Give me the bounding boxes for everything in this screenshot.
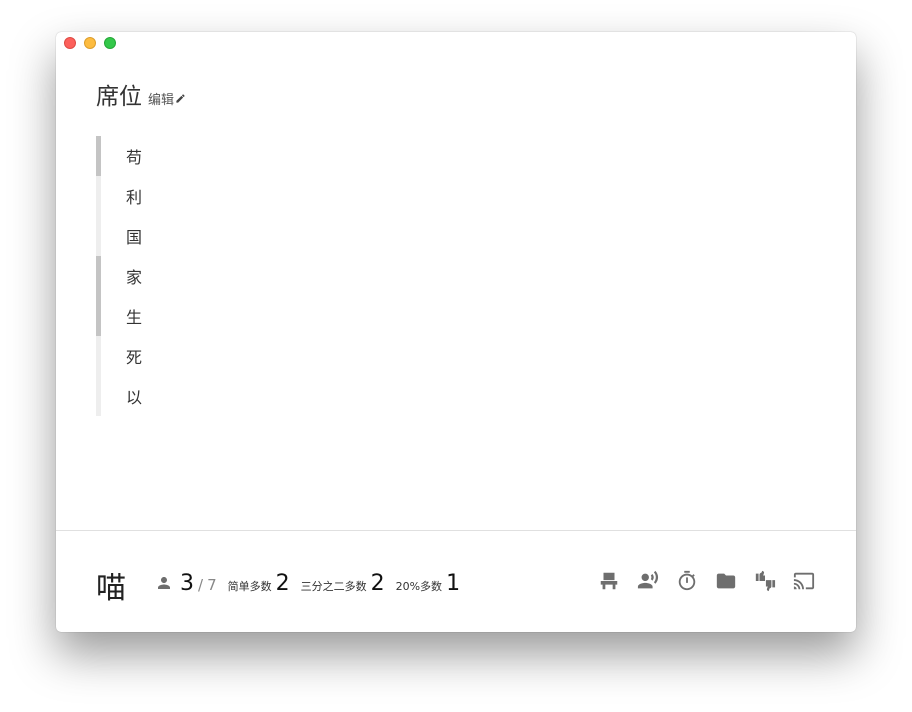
cast-button[interactable] <box>792 569 816 593</box>
vote-icon <box>755 570 776 592</box>
seat-label: 死 <box>126 348 143 367</box>
seat-label: 以 <box>126 388 143 407</box>
two-thirds-majority-label: 三分之二多数 <box>300 580 367 593</box>
seat-item[interactable]: 国 <box>96 216 296 256</box>
seat-item[interactable]: 利 <box>96 176 296 216</box>
simple-majority-label: 简单多数 <box>227 580 272 593</box>
timer-button[interactable] <box>675 569 699 593</box>
app-window: 席位 编辑 苟 利 国 家 生 死 以 喵 3 / 7 简单多数 2 三分之二多… <box>56 32 856 632</box>
cast-icon <box>793 572 815 590</box>
twenty-percent-majority-value: 1 <box>446 571 461 596</box>
seat-label: 家 <box>126 268 143 287</box>
two-thirds-majority-value: 2 <box>370 571 385 596</box>
seat-icon <box>600 572 618 590</box>
seat-label: 苟 <box>126 148 143 167</box>
edit-label: 编辑 <box>148 93 175 108</box>
seat-item[interactable]: 家 <box>96 256 296 296</box>
seat-item[interactable]: 以 <box>96 376 296 416</box>
vote-stats: 3 / 7 简单多数 2 三分之二多数 2 20%多数 1 <box>155 571 460 596</box>
folder-icon <box>716 573 736 589</box>
status-bar: 喵 3 / 7 简单多数 2 三分之二多数 2 20%多数 1 <box>56 530 856 632</box>
seat-item[interactable]: 苟 <box>96 136 296 176</box>
pencil-icon <box>176 94 185 103</box>
minimize-window-button[interactable] <box>84 37 96 49</box>
simple-majority-value: 2 <box>275 571 290 596</box>
twenty-percent-majority-label: 20%多数 <box>395 580 443 593</box>
seat-item[interactable]: 生 <box>96 296 296 336</box>
count-separator: / <box>198 576 204 594</box>
seat-label: 利 <box>126 188 143 207</box>
maximize-window-button[interactable] <box>104 37 116 49</box>
page-header: 席位 编辑 <box>96 77 186 111</box>
seat-item[interactable]: 死 <box>96 336 296 376</box>
toolbar <box>597 569 816 593</box>
close-window-button[interactable] <box>64 37 76 49</box>
vote-button[interactable] <box>753 569 777 593</box>
timer-icon <box>678 570 696 591</box>
seat-list: 苟 利 国 家 生 死 以 <box>96 136 296 416</box>
present-count: 3 <box>180 571 194 596</box>
session-name: 喵 <box>96 571 126 606</box>
page-title: 席位 <box>96 84 142 110</box>
seats-button[interactable] <box>597 569 621 593</box>
edit-button[interactable]: 编辑 <box>148 89 186 108</box>
person-icon <box>158 576 170 589</box>
speaker-icon <box>637 570 659 589</box>
seat-label: 生 <box>126 308 143 327</box>
seat-label: 国 <box>126 228 143 247</box>
documents-button[interactable] <box>714 569 738 593</box>
speakers-button[interactable] <box>636 569 660 593</box>
window-controls <box>64 37 116 49</box>
total-count: 7 <box>207 576 217 594</box>
